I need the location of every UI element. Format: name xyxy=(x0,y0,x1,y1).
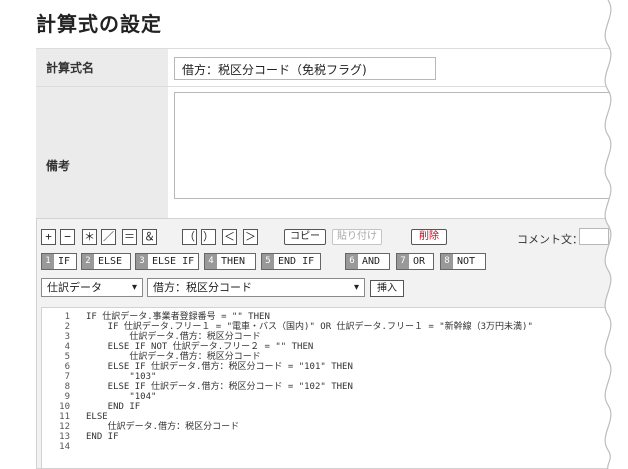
field-select-value: 借方：税区分コード xyxy=(153,281,252,294)
line-number: 6 xyxy=(64,362,70,372)
line-number: 3 xyxy=(64,332,70,342)
formula-name-input[interactable]: 借方：税区分コード（免税フラグ) xyxy=(174,57,436,80)
code-line: 10 END IF xyxy=(42,402,626,412)
code-line: 4 ELSE IF NOT 仕訳データ.フリー２ = "" THEN xyxy=(42,342,626,352)
code-text: IF 仕訳データ.事業者登録番号 = "" THEN xyxy=(86,312,270,322)
line-number: 10 xyxy=(59,402,70,412)
keyword-button-end-if[interactable]: 5 END IF xyxy=(261,253,321,270)
formula-name-label: 計算式名 xyxy=(36,49,168,86)
page-title: 計算式の設定 xyxy=(36,12,162,36)
keyword-number: 5 xyxy=(262,254,274,269)
keyword-button-then[interactable]: 4 THEN xyxy=(204,253,256,270)
copy-button[interactable]: コピー xyxy=(284,229,326,245)
code-editor[interactable]: 1 IF 仕訳データ.事業者登録番号 = "" THEN 2 IF 仕訳データ.フ… xyxy=(41,307,627,469)
keyword-label: ELSE xyxy=(98,256,123,267)
note-textarea[interactable] xyxy=(174,92,628,199)
code-line: 7 "103" xyxy=(42,372,626,382)
less-than-button[interactable]: ＜ xyxy=(222,229,237,245)
code-line: 14 xyxy=(42,442,626,452)
field-select[interactable]: 借方：税区分コード ▾ xyxy=(147,278,365,297)
insert-button[interactable]: 挿入 xyxy=(370,280,404,297)
keyword-label: END IF xyxy=(278,256,315,267)
line-number: 8 xyxy=(64,382,70,392)
code-text: 仕訳データ.借方：税区分コード xyxy=(86,352,261,362)
code-line: 2 IF 仕訳データ.フリー１ = "電車・バス（国内)" OR 仕訳データ.フ… xyxy=(42,322,626,332)
code-text: ELSE IF 仕訳データ.借方：税区分コード = "102" THEN xyxy=(86,382,353,392)
code-line: 8 ELSE IF 仕訳データ.借方：税区分コード = "102" THEN xyxy=(42,382,626,392)
keyword-number: 3 xyxy=(136,254,148,269)
keyword-button-else-if[interactable]: 3 ELSE IF xyxy=(135,253,199,270)
chevron-down-icon: ▾ xyxy=(131,282,137,293)
code-text: ELSE IF 仕訳データ.借方：税区分コード = "101" THEN xyxy=(86,362,353,372)
chevron-down-icon: ▾ xyxy=(353,282,359,293)
category-select[interactable]: 仕訳データ ▾ xyxy=(41,278,143,297)
keyword-number: 2 xyxy=(82,254,94,269)
code-text: 仕訳データ.借方：税区分コード xyxy=(86,332,261,342)
close-paren-button[interactable]: ） xyxy=(201,229,216,245)
keyword-number: 6 xyxy=(346,254,358,269)
keyword-number: 7 xyxy=(397,254,409,269)
open-paren-button[interactable]: （ xyxy=(182,229,197,245)
keyword-label: THEN xyxy=(221,256,246,267)
line-number: 2 xyxy=(64,322,70,332)
formula-editor-panel: + − ＊ ／ ＝ ＆ （ ） ＜ ＞ コピー 貼り付け 削除 コメント文： 1… xyxy=(36,218,628,469)
line-number: 12 xyxy=(59,422,70,432)
code-line: 9 "104" xyxy=(42,392,626,402)
keyword-button-and[interactable]: 6 AND xyxy=(345,253,390,270)
code-line: 11 ELSE xyxy=(42,412,626,422)
line-number: 1 xyxy=(64,312,70,322)
keyword-label: AND xyxy=(362,256,381,267)
keyword-label: ELSE IF xyxy=(152,256,195,267)
keyword-label: IF xyxy=(58,256,71,267)
line-number: 5 xyxy=(64,352,70,362)
keyword-label: NOT xyxy=(457,256,476,267)
code-line: 1 IF 仕訳データ.事業者登録番号 = "" THEN xyxy=(42,312,626,322)
code-text: IF 仕訳データ.フリー１ = "電車・バス（国内)" OR 仕訳データ.フリー… xyxy=(86,322,533,332)
divide-button[interactable]: ／ xyxy=(101,229,116,245)
keyword-number: 8 xyxy=(441,254,453,269)
code-text: ELSE IF NOT 仕訳データ.フリー２ = "" THEN xyxy=(86,342,314,352)
code-line: 6 ELSE IF 仕訳データ.借方：税区分コード = "101" THEN xyxy=(42,362,626,372)
line-number: 13 xyxy=(59,432,70,442)
paste-button[interactable]: 貼り付け xyxy=(332,229,382,245)
code-text: "104" xyxy=(86,392,157,402)
code-line: 3 仕訳データ.借方：税区分コード xyxy=(42,332,626,342)
code-line: 12 仕訳データ.借方：税区分コード xyxy=(42,422,626,432)
line-number: 11 xyxy=(59,412,70,422)
code-line: 13 END IF xyxy=(42,432,626,442)
code-text: END IF xyxy=(86,402,141,412)
category-select-value: 仕訳データ xyxy=(47,281,102,294)
line-number: 7 xyxy=(64,372,70,382)
equals-button[interactable]: ＝ xyxy=(122,229,137,245)
code-text: END IF xyxy=(86,432,119,442)
keyword-button-if[interactable]: 1 IF xyxy=(41,253,77,270)
keyword-button-else[interactable]: 2 ELSE xyxy=(81,253,131,270)
code-text: ELSE xyxy=(86,412,108,422)
line-number: 9 xyxy=(64,392,70,402)
line-number: 4 xyxy=(64,342,70,352)
formula-name-row: 計算式名 借方：税区分コード（免税フラグ) xyxy=(36,48,628,86)
greater-than-button[interactable]: ＞ xyxy=(243,229,258,245)
keyword-button-not[interactable]: 8 NOT xyxy=(440,253,486,270)
code-text: 仕訳データ.借方：税区分コード xyxy=(86,422,240,432)
keyword-label: OR xyxy=(413,256,426,267)
minus-button[interactable]: − xyxy=(60,229,75,245)
code-text: "103" xyxy=(86,372,157,382)
keyword-button-or[interactable]: 7 OR xyxy=(396,253,434,270)
keyword-number: 1 xyxy=(42,254,54,269)
line-number: 14 xyxy=(59,442,70,452)
comment-label: コメント文： xyxy=(517,233,583,246)
keyword-number: 4 xyxy=(205,254,217,269)
multiply-button[interactable]: ＊ xyxy=(82,229,97,245)
ampersand-button[interactable]: ＆ xyxy=(142,229,157,245)
torn-edge-decoration xyxy=(604,0,628,469)
code-line: 5 仕訳データ.借方：税区分コード xyxy=(42,352,626,362)
delete-button[interactable]: 削除 xyxy=(411,229,447,245)
plus-button[interactable]: + xyxy=(41,229,56,245)
